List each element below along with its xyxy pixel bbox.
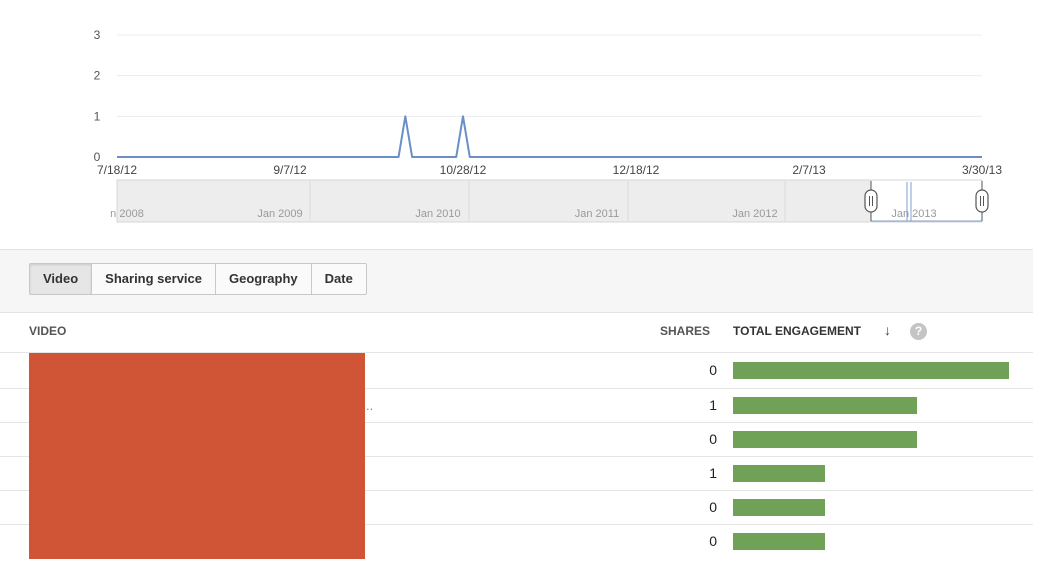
- column-header-video[interactable]: VIDEO: [29, 324, 66, 338]
- dimension-tabs: Video Sharing service Geography Date: [29, 263, 367, 295]
- redacted-video-titles: [29, 353, 365, 559]
- series-line[interactable]: [117, 115, 982, 158]
- navigator-year-label: n 2008: [110, 208, 144, 220]
- help-icon[interactable]: ?: [910, 323, 927, 340]
- engagement-bar: [733, 397, 917, 414]
- engagement-bar: [733, 465, 825, 482]
- row-shares: 1: [709, 465, 717, 481]
- tab-date[interactable]: Date: [311, 263, 367, 295]
- x-tick-label: 2/7/13: [792, 163, 826, 177]
- x-tick-label: 9/7/12: [273, 163, 307, 177]
- x-tick-label: 12/18/12: [613, 163, 660, 177]
- row-shares: 0: [709, 431, 717, 447]
- row-shares: 0: [709, 499, 717, 515]
- row-shares: 0: [709, 533, 717, 549]
- sort-descending-icon[interactable]: ↓: [884, 322, 891, 338]
- engagement-bar: [733, 499, 825, 516]
- tab-video[interactable]: Video: [29, 263, 93, 295]
- navigator-year-label: Jan 2009: [257, 208, 302, 220]
- column-header-total-engagement[interactable]: TOTAL ENGAGEMENT: [733, 324, 861, 338]
- y-tick-label: 2: [94, 69, 101, 83]
- truncated-title-ellipsis: ..: [366, 398, 374, 413]
- navigator-year-label: Jan 2010: [415, 208, 460, 220]
- engagement-bar: [733, 362, 1009, 379]
- engagement-bar: [733, 431, 917, 448]
- y-tick-label: 0: [94, 150, 101, 164]
- y-tick-label: 1: [94, 109, 101, 123]
- range-navigator[interactable]: [116, 179, 983, 223]
- row-shares: 1: [709, 397, 717, 413]
- row-shares: 0: [709, 362, 717, 378]
- tab-geography[interactable]: Geography: [216, 263, 312, 295]
- x-tick-label: 7/18/12: [97, 163, 137, 177]
- engagement-bar: [733, 533, 825, 550]
- navigator-year-label: Jan 2012: [732, 208, 777, 220]
- navigator-year-label: Jan 2013: [891, 208, 936, 220]
- line-chart: 0 1 2 3 7/18/12 9/7/12 10/28/12 12/18/12 2/7/13 3…: [94, 28, 1002, 223]
- navigator-year-label: Jan 2011: [575, 208, 619, 220]
- x-tick-label: 3/30/13: [962, 163, 1002, 177]
- x-tick-label: 10/28/12: [440, 163, 487, 177]
- column-header-shares[interactable]: SHARES: [660, 324, 710, 338]
- y-tick-label: 3: [94, 28, 101, 42]
- tab-sharing-service[interactable]: Sharing service: [92, 263, 216, 295]
